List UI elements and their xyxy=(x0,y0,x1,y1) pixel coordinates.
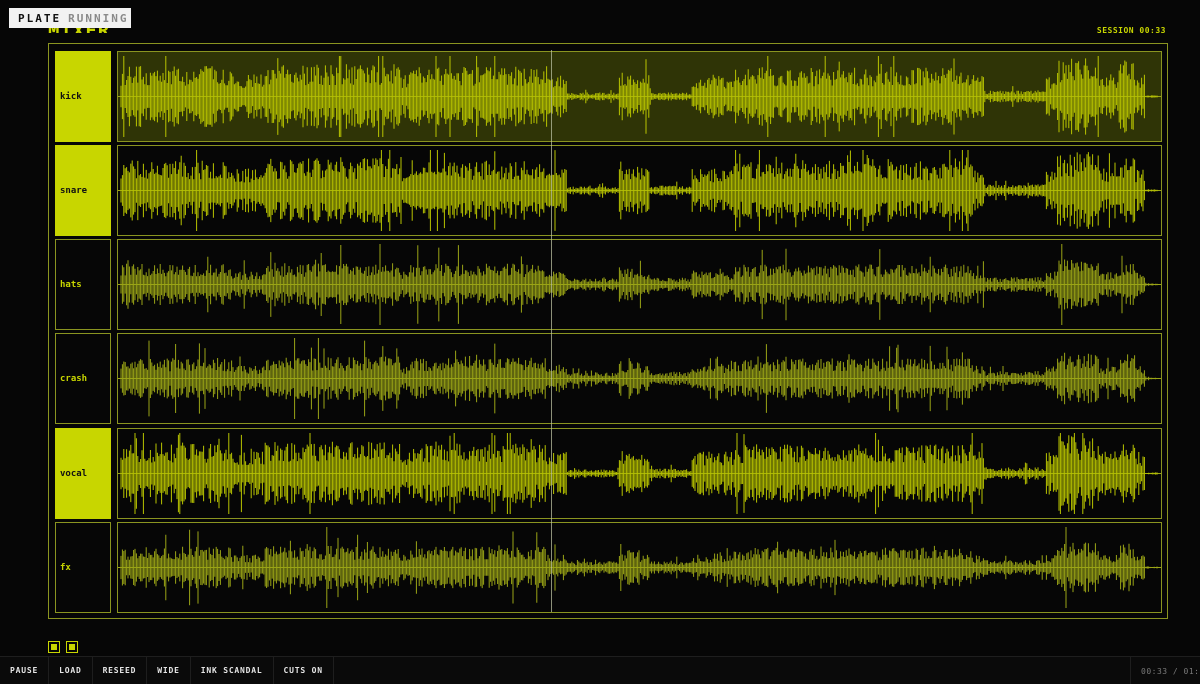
track-crash: crash xyxy=(49,332,1167,424)
waveform-graphic xyxy=(118,150,1161,231)
waveform-kick[interactable] xyxy=(117,51,1162,142)
waveform-graphic xyxy=(118,56,1161,137)
track-label-fx[interactable]: fx xyxy=(55,522,111,613)
waveform-graphic xyxy=(118,244,1161,325)
waveform-path xyxy=(120,433,1158,514)
track-vocal: vocal xyxy=(49,427,1167,519)
waveform-crash[interactable] xyxy=(117,333,1162,424)
toggle-square-1[interactable] xyxy=(48,641,60,653)
waveform-graphic xyxy=(118,338,1161,419)
ink-scandal-button[interactable]: INK SCANDAL xyxy=(191,656,274,684)
waveform-path xyxy=(120,338,1158,419)
track-label-kick[interactable]: kick xyxy=(55,51,111,142)
track-label-crash[interactable]: crash xyxy=(55,333,111,424)
toggle-square-2[interactable] xyxy=(66,641,78,653)
track-label-hats[interactable]: hats xyxy=(55,239,111,330)
track-label-snare[interactable]: snare xyxy=(55,145,111,236)
playhead[interactable] xyxy=(550,50,552,612)
session-timer: SESSION 00:33 xyxy=(1096,26,1166,35)
waveform-fx[interactable] xyxy=(117,522,1162,613)
reseed-button[interactable]: RESEED xyxy=(93,656,148,684)
waveform-path xyxy=(120,56,1158,137)
waveform-graphic xyxy=(118,527,1161,608)
mixer-panel: kick snare hats crash vocal fx xyxy=(48,43,1168,619)
waveform-path xyxy=(120,150,1158,231)
load-button[interactable]: LOAD xyxy=(49,656,93,684)
wide-button[interactable]: WIDE xyxy=(147,656,191,684)
track-hats: hats xyxy=(49,238,1167,330)
waveform-path xyxy=(120,527,1158,608)
track-snare: snare xyxy=(49,144,1167,236)
brand-word-plate: PLATE xyxy=(18,11,62,25)
waveform-snare[interactable] xyxy=(117,145,1162,236)
waveform-vocal[interactable] xyxy=(117,428,1162,519)
waveform-path xyxy=(120,244,1158,325)
waveform-hats[interactable] xyxy=(117,239,1162,330)
time-readout: 00:33 / 01:20 xyxy=(1130,657,1200,684)
track-kick: kick xyxy=(49,50,1167,142)
track-label-vocal[interactable]: vocal xyxy=(55,428,111,519)
brand-logo: PLATE RUNNING xyxy=(9,8,131,28)
transport-bar: PAUSE LOAD RESEED WIDE INK SCANDAL CUTS … xyxy=(0,656,1200,684)
brand-word-running: RUNNING xyxy=(68,11,129,25)
pause-button[interactable]: PAUSE xyxy=(0,656,50,684)
cuts-on-button[interactable]: CUTS ON xyxy=(274,656,334,684)
track-fx: fx xyxy=(49,521,1167,613)
waveform-graphic xyxy=(118,433,1161,514)
